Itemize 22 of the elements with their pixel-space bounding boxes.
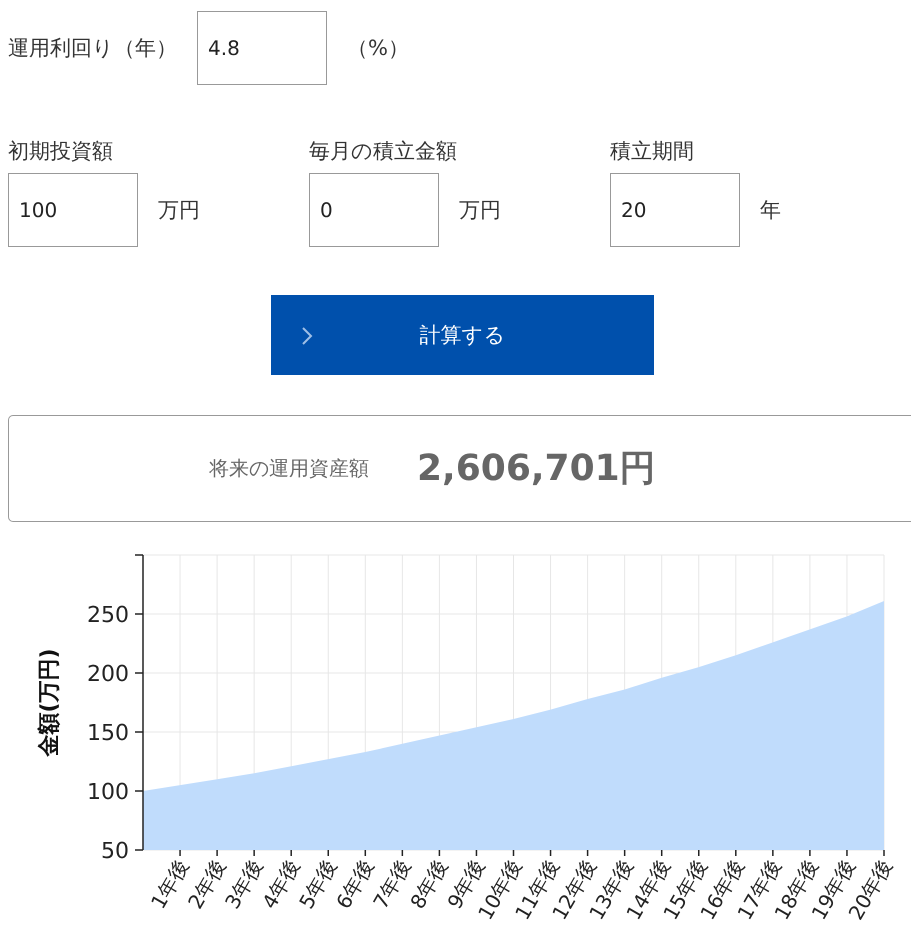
- input-field[interactable]: 20: [610, 173, 740, 247]
- input-field[interactable]: 0: [309, 173, 439, 247]
- result-amount: 2,606,701円: [417, 447, 656, 491]
- field-label: 運用利回り（年）: [8, 34, 177, 62]
- unit-label: 年: [760, 197, 781, 224]
- unit-label: 万円: [158, 197, 200, 224]
- unit-label: （%）: [347, 34, 409, 62]
- y-tick-label: 150: [87, 721, 129, 746]
- result-label: 将来の運用資産額: [209, 455, 369, 482]
- y-tick-label: 200: [87, 662, 129, 687]
- calculate-button[interactable]: 計算する: [271, 295, 654, 375]
- field-label: 毎月の積立金額: [309, 138, 458, 165]
- y-tick-label: 250: [87, 603, 129, 628]
- input-field[interactable]: 100: [8, 173, 138, 247]
- field-label: 初期投資額: [8, 138, 114, 165]
- input-field[interactable]: 4.8: [197, 10, 327, 84]
- y-tick-label: 50: [101, 839, 129, 864]
- field-label: 積立期間: [610, 138, 695, 165]
- y-tick-label: 100: [87, 780, 129, 805]
- y-axis-title: 金額(万円): [37, 648, 62, 757]
- chevron-icon: [301, 327, 313, 345]
- unit-label: 万円: [459, 197, 501, 224]
